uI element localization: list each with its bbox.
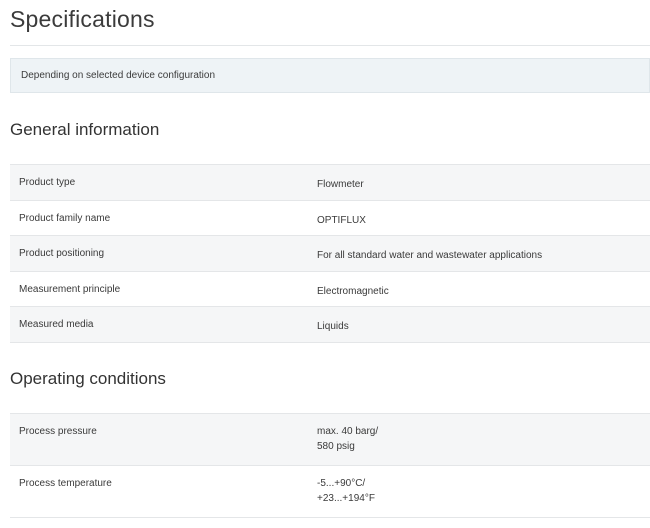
- spec-row-process-temperature: Process temperature -5...+90°C/ +23...+1…: [10, 466, 650, 518]
- spec-label: Measurement principle: [19, 284, 121, 295]
- spec-row-product-positioning: Product positioning For all standard wat…: [10, 236, 650, 272]
- spec-value: Electromagnetic: [317, 286, 389, 297]
- spec-row-product-type: Product type Flowmeter: [10, 165, 650, 201]
- spec-label: Product positioning: [19, 248, 105, 259]
- section-title-general-information: General information: [10, 120, 160, 139]
- configuration-notice-text: Depending on selected device configurati…: [21, 70, 216, 81]
- spec-value: For all standard water and wastewater ap…: [317, 250, 543, 261]
- spec-row-measured-media: Measured media Liquids: [10, 307, 650, 343]
- spec-label: Product family name: [19, 213, 111, 224]
- spec-label: Process pressure: [19, 426, 97, 437]
- configuration-notice: Depending on selected device configurati…: [10, 58, 650, 93]
- section-title-operating-conditions: Operating conditions: [10, 369, 166, 388]
- spec-value: -5...+90°C/ +23...+194°F: [317, 478, 375, 504]
- spec-row-product-family-name: Product family name OPTIFLUX: [10, 201, 650, 236]
- spec-value: max. 40 barg/ 580 psig: [317, 426, 379, 452]
- title-divider: [10, 45, 650, 46]
- spec-value: Liquids: [317, 321, 349, 332]
- spec-value: Flowmeter: [317, 179, 364, 190]
- spec-label: Measured media: [19, 319, 94, 330]
- spec-value: OPTIFLUX: [317, 215, 366, 226]
- page-title: Specifications: [10, 6, 155, 32]
- spec-row-process-pressure: Process pressure max. 40 barg/ 580 psig: [10, 414, 650, 466]
- spec-label: Product type: [19, 177, 76, 188]
- spec-label: Process temperature: [19, 478, 112, 489]
- spec-row-measurement-principle: Measurement principle Electromagnetic: [10, 272, 650, 307]
- general-information-table: Product type Flowmeter Product family na…: [10, 164, 650, 343]
- operating-conditions-table: Process pressure max. 40 barg/ 580 psig …: [10, 413, 650, 518]
